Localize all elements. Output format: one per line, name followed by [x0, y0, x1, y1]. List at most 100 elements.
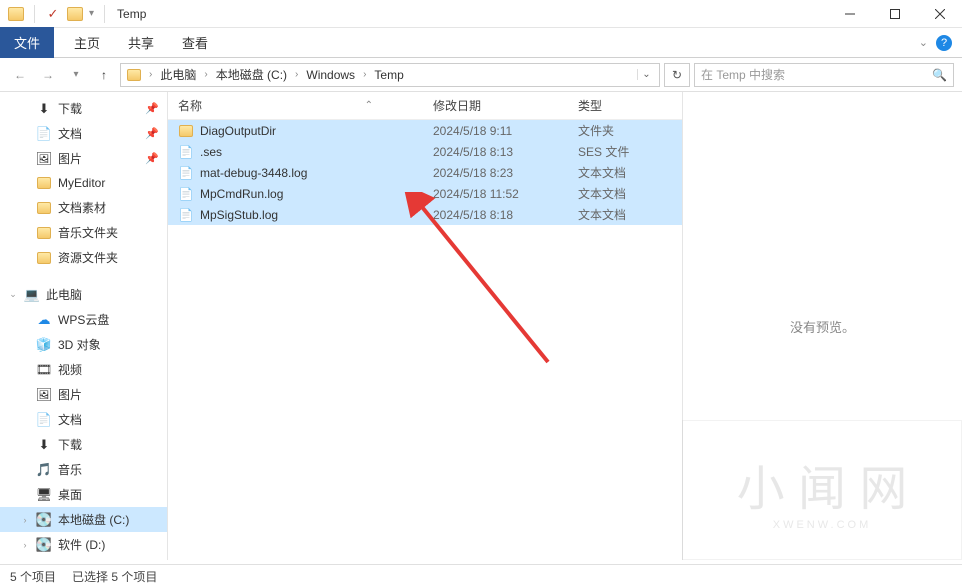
file-row[interactable]: 📄MpSigStub.log2024/5/18 8:18文本文档 — [168, 204, 682, 225]
breadcrumb-segment[interactable]: Temp — [372, 66, 405, 84]
tree-collapse-icon[interactable]: ⌄ — [8, 289, 18, 300]
navbar: ← → ▾ ↑ › 此电脑 › 本地磁盘 (C:) › Windows › Te… — [0, 58, 962, 92]
sidebar-item[interactable]: ⬇下载 — [0, 432, 167, 457]
tree-expand-icon[interactable]: › — [20, 540, 30, 550]
sidebar-item[interactable]: ⬇下载📌 — [0, 96, 167, 121]
nav-up-button[interactable]: ↑ — [92, 63, 116, 87]
pin-icon: 📌 — [145, 152, 159, 165]
sidebar-item[interactable]: 📄文档 — [0, 407, 167, 432]
3d-icon: 🧊 — [36, 337, 52, 353]
nav-history-dropdown[interactable]: ▾ — [64, 63, 88, 87]
doc-icon: 📄 — [36, 412, 52, 428]
chevron-right-icon[interactable]: › — [200, 69, 211, 80]
status-item-count: 5 个项目 — [10, 568, 56, 585]
file-row[interactable]: 📄.ses2024/5/18 8:13SES 文件 — [168, 141, 682, 162]
sidebar-item-thispc[interactable]: ⌄💻此电脑 — [0, 282, 167, 307]
sidebar-item[interactable]: 资源文件夹 — [0, 245, 167, 270]
file-icon: 📄 — [178, 144, 194, 160]
separator — [34, 5, 35, 23]
app-folder-icon — [8, 6, 24, 22]
ribbon-tab-home[interactable]: 主页 — [60, 27, 114, 58]
file-row[interactable]: 📄MpCmdRun.log2024/5/18 11:52文本文档 — [168, 183, 682, 204]
file-row[interactable]: DiagOutputDir2024/5/18 9:11文件夹 — [168, 120, 682, 141]
sort-asc-icon: ⌃ — [365, 100, 373, 111]
column-date-header[interactable]: 修改日期 — [433, 97, 578, 114]
sidebar-item[interactable]: 🧊3D 对象 — [0, 332, 167, 357]
file-row[interactable]: 📄 mat-debug-3448.log2024/5/18 8:23文本文档 — [168, 162, 682, 183]
file-type: 文本文档 — [578, 185, 626, 202]
tree-expand-icon[interactable]: › — [20, 515, 30, 525]
sidebar-item[interactable]: 🖼图片📌 — [0, 146, 167, 171]
folder-icon — [36, 225, 52, 241]
sidebar-item-local-disk-c[interactable]: ›💽本地磁盘 (C:) — [0, 507, 167, 532]
file-type: 文本文档 — [578, 164, 626, 181]
ribbon-tab-view[interactable]: 查看 — [168, 27, 222, 58]
file-date: 2024/5/18 11:52 — [433, 187, 578, 201]
pc-icon: 💻 — [24, 287, 40, 303]
file-icon: 📄 — [178, 165, 194, 181]
status-bar: 5 个项目 已选择 5 个项目 — [0, 564, 962, 588]
sidebar-item[interactable]: MyEditor — [0, 171, 167, 195]
file-date: 2024/5/18 8:13 — [433, 145, 578, 159]
column-headers: 名称⌃ 修改日期 类型 — [168, 92, 682, 120]
minimize-button[interactable] — [827, 0, 872, 28]
chevron-right-icon[interactable]: › — [291, 69, 302, 80]
music-icon: 🎵 — [36, 462, 52, 478]
ribbon-file-tab[interactable]: 文件 — [0, 27, 54, 58]
sidebar[interactable]: ⬇下载📌 📄文档📌 🖼图片📌 MyEditor 文档素材 音乐文件夹 资源文件夹… — [0, 92, 168, 560]
watermark: 小 闻 网 XWENW.COM — [682, 420, 962, 560]
file-name: mat-debug-3448.log — [200, 166, 433, 180]
maximize-button[interactable] — [872, 0, 917, 28]
ribbon: 文件 主页 共享 查看 ⌄ ? — [0, 28, 962, 58]
chevron-right-icon[interactable]: › — [145, 69, 156, 80]
sidebar-item[interactable]: 文档素材 — [0, 195, 167, 220]
chevron-right-icon[interactable]: › — [359, 69, 370, 80]
qat-dropdown-icon[interactable]: ▾ — [89, 8, 94, 19]
sidebar-item[interactable]: 音乐文件夹 — [0, 220, 167, 245]
folder-icon — [36, 250, 52, 266]
breadcrumb-segment[interactable]: 此电脑 — [158, 64, 198, 85]
file-list[interactable]: 名称⌃ 修改日期 类型 DiagOutputDir2024/5/18 9:11文… — [168, 92, 682, 560]
file-date: 2024/5/18 8:23 — [433, 166, 578, 180]
help-icon[interactable]: ? — [936, 35, 952, 51]
address-bar[interactable]: › 此电脑 › 本地磁盘 (C:) › Windows › Temp ⌄ — [120, 63, 660, 87]
status-selected-count: 已选择 5 个项目 — [72, 568, 157, 585]
sidebar-item[interactable]: ›💽软件 (D:) — [0, 532, 167, 557]
file-name: MpCmdRun.log — [200, 187, 433, 201]
download-icon: ⬇ — [36, 101, 52, 117]
search-icon: 🔍 — [932, 68, 947, 82]
sidebar-item[interactable]: 🖼图片 — [0, 382, 167, 407]
search-input[interactable]: 在 Temp 中搜索 🔍 — [694, 63, 954, 87]
sidebar-item[interactable]: 🎞视频 — [0, 357, 167, 382]
file-name: MpSigStub.log — [200, 208, 433, 222]
column-name-header[interactable]: 名称⌃ — [178, 97, 433, 114]
file-name: DiagOutputDir — [200, 124, 433, 138]
sidebar-item[interactable]: 🎵音乐 — [0, 457, 167, 482]
close-button[interactable] — [917, 0, 962, 28]
preview-pane: 没有预览。 小 闻 网 XWENW.COM — [682, 92, 962, 560]
nav-forward-button[interactable]: → — [36, 63, 60, 87]
file-type: 文件夹 — [578, 122, 614, 139]
breadcrumb-segment[interactable]: Windows — [304, 66, 357, 84]
ribbon-tab-share[interactable]: 共享 — [114, 27, 168, 58]
titlebar: ✓ ▾ Temp — [0, 0, 962, 28]
ribbon-expand-icon[interactable]: ⌄ — [919, 36, 928, 49]
sidebar-item[interactable]: 📄文档📌 — [0, 121, 167, 146]
file-date: 2024/5/18 8:18 — [433, 208, 578, 222]
file-icon: 📄 — [178, 207, 194, 223]
sidebar-item[interactable]: 🖥桌面 — [0, 482, 167, 507]
video-icon: 🎞 — [36, 362, 52, 378]
address-dropdown-icon[interactable]: ⌄ — [637, 69, 655, 80]
breadcrumb-root-icon[interactable] — [125, 67, 143, 83]
breadcrumb-segment[interactable]: 本地磁盘 (C:) — [214, 64, 289, 85]
column-type-header[interactable]: 类型 — [578, 97, 682, 114]
qat-check-icon[interactable]: ✓ — [45, 6, 61, 22]
file-date: 2024/5/18 9:11 — [433, 124, 578, 138]
desktop-icon: 🖥 — [36, 487, 52, 503]
disk-icon: 💽 — [36, 512, 52, 528]
nav-back-button[interactable]: ← — [8, 63, 32, 87]
refresh-button[interactable]: ↻ — [664, 63, 690, 87]
pin-icon: 📌 — [145, 102, 159, 115]
qat-folder-icon[interactable] — [67, 6, 83, 22]
sidebar-item[interactable]: ☁WPS云盘 — [0, 307, 167, 332]
